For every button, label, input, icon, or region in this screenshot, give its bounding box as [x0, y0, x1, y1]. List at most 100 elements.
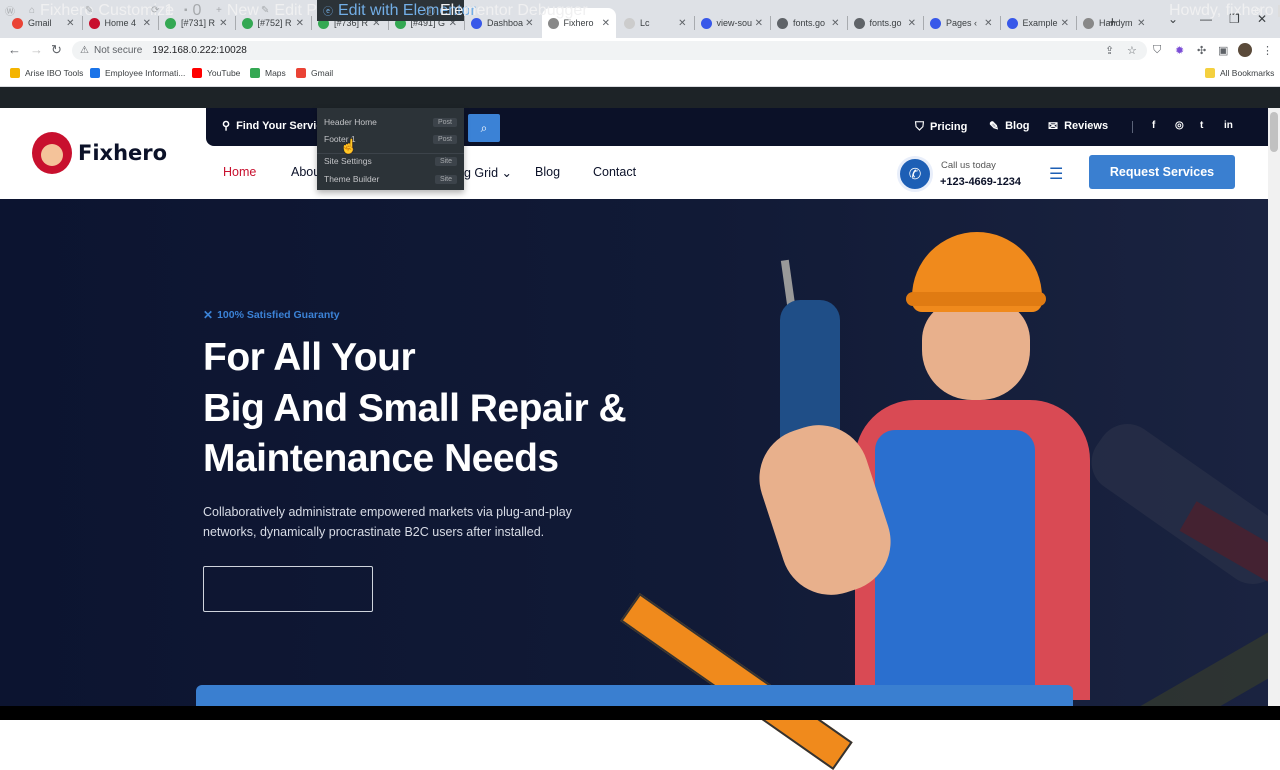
topbar-divider: [1132, 121, 1133, 133]
blog-label: Blog: [1005, 120, 1030, 132]
hero-cta-button[interactable]: [203, 566, 373, 612]
adminbar-search-icon[interactable]: ⌕: [1253, 0, 1262, 21]
nav-contact[interactable]: Contact: [593, 165, 636, 179]
instagram-icon[interactable]: ◎: [1175, 120, 1184, 131]
close-tab-icon[interactable]: ✕: [602, 18, 610, 29]
new-tab-button[interactable]: +: [1108, 14, 1117, 31]
dropdown-item-tag: Site: [434, 156, 457, 166]
twitter-icon[interactable]: t: [1200, 120, 1203, 131]
dropdown-item-label: Header Home: [324, 117, 377, 127]
logo-text: Fixhero: [78, 141, 168, 165]
tab-label: Example: [1022, 18, 1058, 28]
tab-13[interactable]: Example ✕: [1001, 8, 1076, 38]
adminbar-updates[interactable]: ⟳ 1: [151, 0, 173, 21]
bookmark-item[interactable]: Arise IBO Tools: [10, 68, 83, 78]
tab-label: fonts.go: [869, 18, 902, 28]
bookmark-icon: [10, 68, 20, 78]
request-services-button[interactable]: Request Services: [1089, 155, 1235, 189]
dropdown-item-tag: Post: [432, 117, 457, 127]
menu-kebab-icon[interactable]: ⋮: [1262, 44, 1273, 57]
tab-separator: [693, 16, 695, 30]
puzzle-icon[interactable]: ✣: [1197, 44, 1206, 57]
dropdown-item-site-settings[interactable]: Site Settings Site: [324, 156, 457, 166]
call-number[interactable]: +123-4669-1234: [940, 176, 1021, 188]
bookmark-label: Employee Informati...: [105, 68, 186, 78]
dropdown-item-theme-builder[interactable]: Theme Builder Site: [324, 174, 457, 184]
tab-label: fonts.go: [793, 18, 826, 28]
topbar-blog[interactable]: ✎ Blog: [989, 119, 1030, 133]
call-label: Call us today: [941, 160, 996, 171]
hero-subtext: Collaboratively administrate empowered m…: [203, 505, 572, 539]
comment-icon: ▪: [184, 5, 188, 16]
facebook-icon[interactable]: f: [1152, 120, 1155, 131]
close-tab-icon[interactable]: ✕: [908, 18, 916, 29]
tab-12[interactable]: Pages ‹ ✕: [924, 8, 999, 38]
dropdown-item-header-home[interactable]: Header Home Post: [324, 117, 457, 127]
hamburger-icon[interactable]: ☰: [1049, 164, 1063, 184]
bookmark-item[interactable]: Maps: [250, 68, 286, 78]
close-tab-icon[interactable]: ✕: [755, 18, 763, 29]
address-bar[interactable]: ⚠ Not secure 192.168.0.222:10028: [72, 41, 1147, 60]
scrollbar[interactable]: [1268, 108, 1280, 706]
close-tab-icon[interactable]: ✕: [1061, 18, 1069, 29]
nav-blog[interactable]: Blog: [535, 165, 560, 179]
tab-10[interactable]: fonts.go ✕: [771, 8, 846, 38]
search-button[interactable]: ⌕: [468, 114, 500, 142]
pricing-label: Pricing: [930, 120, 968, 133]
star-icon[interactable]: ☆: [1127, 44, 1137, 57]
bottom-edge: [0, 706, 1280, 720]
shield-extension-icon[interactable]: ⛉: [1153, 44, 1161, 57]
extension-gear-icon[interactable]: ✹: [1175, 44, 1184, 57]
bookmark-icon: [296, 68, 306, 78]
tab-9[interactable]: view-sou ✕: [695, 8, 770, 38]
search-icon: ⌕: [480, 120, 488, 135]
profile-avatar[interactable]: [1238, 43, 1252, 57]
forward-icon[interactable]: →: [30, 42, 43, 57]
updates-icon: ⟳: [151, 5, 160, 16]
all-bookmarks[interactable]: All Bookmarks: [1205, 68, 1274, 78]
close-tab-icon[interactable]: ✕: [1137, 18, 1145, 29]
scrollbar-thumb[interactable]: [1270, 112, 1278, 152]
close-tab-icon[interactable]: ✕: [831, 18, 839, 29]
topbar-reviews[interactable]: ✉ Reviews: [1048, 119, 1108, 133]
close-tab-icon[interactable]: ✕: [678, 18, 686, 29]
adminbar-howdy[interactable]: Howdy, fixhero: [1169, 0, 1280, 21]
share-icon[interactable]: ⇪: [1105, 44, 1114, 57]
bookmark-label: YouTube: [207, 68, 241, 78]
tab-8[interactable]: Lc ✕: [618, 8, 693, 38]
tab-label: Lc: [640, 18, 650, 28]
sidepanel-icon[interactable]: ▣: [1218, 44, 1228, 57]
reload-icon[interactable]: ↻: [51, 42, 62, 58]
tab-11[interactable]: fonts.go ✕: [848, 8, 923, 38]
dropdown-item-label: Site Settings: [324, 156, 372, 166]
site-logo[interactable]: Fixhero: [32, 132, 167, 174]
bookmark-icon: [192, 68, 202, 78]
pencil-icon: ✎: [261, 5, 270, 16]
linkedin-icon[interactable]: in: [1224, 120, 1233, 131]
bookmark-item[interactable]: Gmail: [296, 68, 333, 78]
wordpress-icon: [700, 17, 712, 29]
wp-admin-bar: [0, 87, 1280, 108]
adminbar-site[interactable]: ⌂ Fixhero: [29, 0, 93, 21]
bookmark-item[interactable]: YouTube: [192, 68, 240, 78]
wordpress-logo-icon[interactable]: Ⓦ: [5, 0, 20, 21]
adminbar-comments[interactable]: ▪ 0: [184, 0, 201, 21]
nav-home[interactable]: Home: [223, 165, 256, 179]
bookmark-icon: [250, 68, 260, 78]
brush-icon: ✎: [85, 5, 94, 16]
guaranty-badge: ✕ 100% Satisfied Guaranty: [203, 308, 340, 322]
wordpress-icon: [930, 17, 941, 29]
back-icon[interactable]: ←: [8, 42, 21, 57]
close-tab-icon[interactable]: ✕: [984, 18, 992, 29]
dropdown-item-tag: Site: [434, 174, 457, 184]
tab-separator: [923, 16, 924, 30]
adminbar-new[interactable]: + New: [216, 0, 259, 21]
phone-icon[interactable]: ✆: [897, 156, 933, 192]
topbar-pricing[interactable]: ⛉ Pricing: [915, 119, 967, 134]
tab-label: view-sou: [716, 18, 753, 28]
bookmark-item[interactable]: Employee Informati...: [90, 68, 185, 78]
nav-about[interactable]: Abou: [291, 165, 320, 179]
nav-grid[interactable]: g Grid ⌄: [464, 165, 512, 180]
adminbar-debugger[interactable]: ⓘ Elementor Debugger: [425, 0, 588, 21]
find-service-input[interactable]: ⚲ Find Your Servic: [222, 119, 322, 133]
